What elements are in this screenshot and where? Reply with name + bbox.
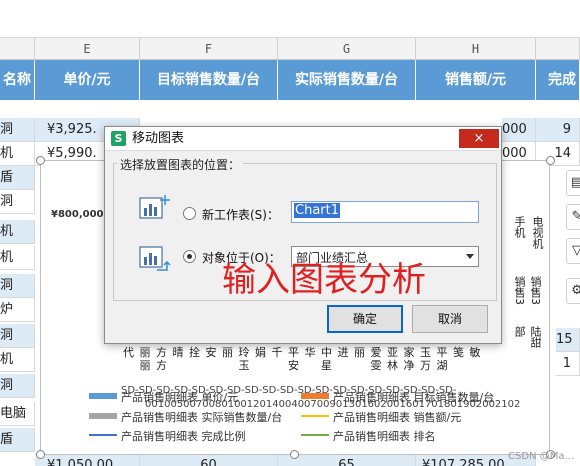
x-axis-name-label: 方方 bbox=[156, 346, 167, 372]
x-axis-names: 代丽丽 方方晴拴安丽玲玉娟千平安华中星进丽爱雯 亚林 家净 玉万 平湖笺敏 bbox=[123, 346, 503, 386]
x-axis-name-label: 爱雯 bbox=[370, 346, 382, 372]
object-in-icon bbox=[139, 243, 171, 278]
cell-name[interactable]: 洞 bbox=[0, 190, 35, 214]
x-axis-name-label: 玉万 bbox=[420, 346, 431, 372]
x-axis-name-label: 千 bbox=[271, 346, 283, 359]
legend-line bbox=[301, 434, 329, 436]
cancel-button[interactable]: 取消 bbox=[412, 305, 488, 333]
annotation-text: 输入图表分析 bbox=[222, 260, 426, 300]
chevron-down-icon bbox=[466, 254, 474, 259]
cell-name[interactable]: 机 bbox=[0, 220, 35, 244]
x-axis-name-label: 代 bbox=[123, 346, 134, 359]
dialog-titlebar[interactable]: S 移动图表 × bbox=[105, 127, 501, 151]
legend-swatch bbox=[89, 413, 117, 419]
ok-button[interactable]: 确定 bbox=[327, 305, 403, 333]
chart-settings-icon[interactable]: ⚙ bbox=[566, 278, 580, 304]
category-label: 销售3 bbox=[529, 276, 542, 305]
move-chart-dialog: S 移动图表 × 选择放置图表的位置： 新工作表(S)： Chart1 对象位于… bbox=[104, 126, 502, 344]
cell-name[interactable]: 洞 bbox=[0, 324, 35, 348]
x-axis-name-label: 家净 bbox=[403, 346, 415, 372]
cell-name[interactable]: 机 bbox=[0, 142, 35, 166]
formula-bar-area bbox=[0, 0, 580, 38]
new-sheet-icon bbox=[139, 193, 171, 226]
category-label: 手机 bbox=[513, 216, 526, 238]
legend-line bbox=[89, 434, 117, 436]
x-axis-name-label: 丽 bbox=[354, 346, 365, 359]
resize-handle[interactable] bbox=[546, 156, 555, 165]
column-header-e[interactable]: E bbox=[35, 38, 140, 60]
x-axis-name-label: 进 bbox=[337, 346, 349, 359]
cell-completion[interactable]: 15 bbox=[556, 328, 580, 352]
x-axis-name-label: 平湖 bbox=[436, 346, 448, 372]
header-cell-unit-price[interactable]: 单价/元 bbox=[35, 60, 140, 100]
cell-name[interactable]: 电脑 bbox=[0, 402, 35, 426]
category-label: 销售3 bbox=[513, 276, 526, 305]
x-axis-name-label: 敏 bbox=[469, 346, 481, 359]
category-label: 部 bbox=[513, 326, 526, 337]
cell-completion[interactable]: 1 bbox=[556, 352, 580, 376]
cell-price[interactable]: ¥1,050.00 bbox=[35, 454, 140, 466]
cell-name[interactable]: 机 bbox=[0, 246, 35, 270]
x-axis-name-label: 华 bbox=[304, 346, 316, 359]
close-button[interactable]: × bbox=[459, 129, 499, 148]
app-logo-icon: S bbox=[111, 131, 126, 146]
cell-completion[interactable]: 9 bbox=[536, 118, 580, 142]
header-cell-completion[interactable]: 完成 bbox=[536, 60, 580, 100]
header-cell-name[interactable]: 名称 bbox=[0, 60, 35, 100]
chart-elements-icon[interactable]: ▤ bbox=[566, 170, 580, 196]
x-axis-name-label: 笺 bbox=[453, 346, 464, 359]
category-label: 陆甜 bbox=[529, 326, 542, 348]
column-header-right[interactable] bbox=[536, 38, 580, 60]
column-header-h[interactable]: H bbox=[416, 38, 536, 60]
column-header-left[interactable] bbox=[0, 38, 35, 60]
column-header-f[interactable]: F bbox=[140, 38, 278, 60]
cell-name[interactable]: 盾 bbox=[0, 166, 35, 190]
x-axis-name-label: 亚林 bbox=[387, 346, 398, 372]
x-axis-name-label: 安 bbox=[205, 346, 217, 359]
legend-swatch bbox=[301, 393, 329, 399]
cell-target-qty[interactable]: 60 bbox=[140, 454, 278, 466]
column-header-g[interactable]: G bbox=[278, 38, 416, 60]
header-cell-sales[interactable]: 销售额/元 bbox=[416, 60, 536, 100]
legend-label: 产品销售明细表 完成比例 bbox=[121, 430, 246, 443]
legend-label: 产品销售明细表 实际销售数量/台 bbox=[121, 411, 283, 424]
x-axis-name-label: 玲玉 bbox=[238, 346, 250, 372]
new-sheet-name-value: Chart1 bbox=[294, 203, 340, 218]
header-cell-target-qty[interactable]: 目标销售数量/台 bbox=[140, 60, 278, 100]
cell-name[interactable]: 洞 bbox=[0, 118, 35, 142]
dialog-title: 移动图表 bbox=[132, 131, 185, 146]
cell-name[interactable]: 洞 bbox=[0, 374, 35, 398]
new-sheet-name-input[interactable]: Chart1 bbox=[291, 201, 479, 223]
x-axis-name-label: 平安 bbox=[288, 346, 299, 372]
x-axis-name-label: 丽丽 bbox=[139, 346, 151, 372]
legend-label: 产品销售明细表 排名 bbox=[333, 430, 436, 443]
new-sheet-radio[interactable] bbox=[183, 207, 196, 220]
cell-name[interactable]: 炉 bbox=[0, 298, 35, 322]
legend-swatch bbox=[89, 393, 117, 399]
new-sheet-label[interactable]: 新工作表(S)： bbox=[202, 206, 279, 223]
resize-handle[interactable] bbox=[36, 156, 45, 165]
category-label: 电视机 bbox=[531, 216, 544, 249]
resize-handle[interactable] bbox=[36, 450, 45, 459]
legend-line bbox=[301, 415, 329, 417]
header-cell-actual-qty[interactable]: 实际销售数量/台 bbox=[278, 60, 416, 100]
object-in-radio[interactable] bbox=[183, 250, 196, 263]
x-axis-name-label: 丽 bbox=[222, 346, 233, 359]
cell-name[interactable]: 机 bbox=[0, 348, 35, 372]
legend-label: 产品销售明细表 目标销售数量/台 bbox=[333, 391, 495, 404]
legend-label: 产品销售明细表 销售额/元 bbox=[333, 411, 462, 424]
x-axis-name-label: 拴 bbox=[189, 346, 200, 359]
group-label: 选择放置图表的位置： bbox=[117, 156, 244, 173]
watermark: CSDN @Ma... bbox=[508, 451, 574, 462]
legend-label: 产品销售明细表 单价/元 bbox=[121, 391, 239, 404]
x-axis-name-label: 晴 bbox=[172, 346, 184, 359]
cell-name[interactable]: 洞 bbox=[0, 274, 35, 298]
x-axis-name-label: 娟 bbox=[255, 346, 266, 359]
chart-filter-icon[interactable]: ▽ bbox=[566, 238, 580, 264]
cell-name[interactable]: 盾 bbox=[0, 428, 35, 452]
chart-style-icon[interactable]: ✎ bbox=[566, 204, 580, 230]
x-axis-name-label: 中星 bbox=[321, 346, 332, 372]
cell-sales[interactable]: 000 bbox=[502, 118, 536, 142]
resize-handle[interactable] bbox=[290, 450, 299, 459]
